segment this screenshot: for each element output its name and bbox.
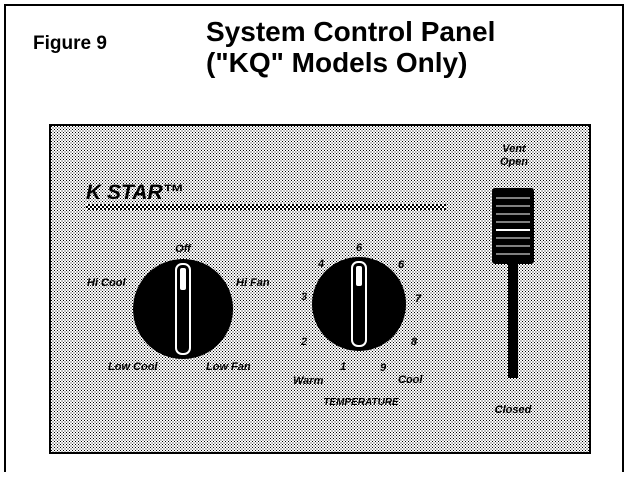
- mode-label-hi-cool: Hi Cool: [87, 277, 126, 289]
- mode-knob-pointer: [180, 268, 186, 290]
- vent-slider-track: [508, 262, 518, 378]
- vent-open-label-line-1: Vent: [502, 143, 527, 155]
- temp-number-9: 9: [380, 362, 387, 374]
- temp-number-3: 3: [301, 291, 307, 303]
- temperature-caption: TEMPERATURE: [323, 397, 399, 408]
- vent-closed-label: Closed: [495, 404, 532, 416]
- brand-logo: K STAR™: [86, 181, 184, 204]
- temperature-knob-pointer: [356, 266, 362, 286]
- temp-number-8: 8: [411, 336, 418, 348]
- temp-number-2: 2: [300, 336, 307, 348]
- temp-number-4: 4: [317, 258, 324, 270]
- mode-knob[interactable]: [133, 259, 233, 359]
- vent-slider-handle[interactable]: [492, 188, 534, 264]
- temp-number-7: 7: [415, 293, 422, 305]
- brand-stripe: [86, 204, 446, 210]
- temp-number-6: 6: [398, 259, 405, 271]
- temp-label-warm: Warm: [293, 375, 324, 387]
- temp-number-1: 1: [340, 361, 346, 373]
- mode-label-off: Off: [175, 243, 192, 255]
- mode-label-hi-fan: Hi Fan: [236, 277, 270, 289]
- temperature-knob[interactable]: [312, 257, 406, 351]
- vent-open-label-line-2: Open: [500, 156, 528, 168]
- mode-label-low-fan: Low Fan: [206, 361, 251, 373]
- mode-label-low-cool: Low Cool: [108, 361, 158, 373]
- control-panel-illustration: K STAR™ Off Hi Cool Hi Fan Low Cool Low …: [49, 124, 591, 454]
- temp-label-cool: Cool: [398, 374, 423, 386]
- temp-number-5: 6: [356, 242, 363, 254]
